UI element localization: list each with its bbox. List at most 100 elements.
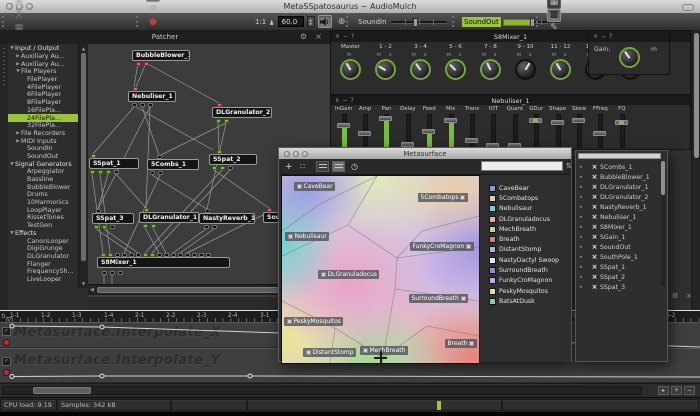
interpolation-crosshair[interactable] bbox=[374, 351, 387, 364]
patch-node[interactable]: Nebuliser_1 bbox=[128, 91, 176, 102]
module-tree-item[interactable]: Bassline bbox=[8, 176, 79, 184]
patch-port[interactable] bbox=[178, 253, 183, 257]
snapshot-item[interactable]: 5Combatops bbox=[480, 193, 571, 203]
module-tree-item[interactable]: RissetTones bbox=[8, 214, 79, 222]
patch-port[interactable] bbox=[94, 225, 99, 229]
module-tree-item[interactable]: FrequencySh... bbox=[8, 268, 79, 276]
module-tree-item[interactable]: FilePlayer bbox=[8, 76, 79, 84]
scroll-left-icon[interactable]: ◀ bbox=[90, 287, 94, 293]
patch-port[interactable] bbox=[118, 271, 123, 275]
slider-thumb[interactable] bbox=[444, 118, 457, 123]
surface-snapshot-label[interactable]: DLGranuladocus bbox=[318, 270, 379, 279]
patch-port[interactable] bbox=[216, 119, 221, 123]
remove-icon[interactable]: × bbox=[589, 243, 600, 251]
detail-view-button[interactable] bbox=[332, 161, 345, 172]
tree-scrollbar-thumb[interactable] bbox=[81, 53, 86, 261]
param-slider[interactable] bbox=[336, 114, 352, 148]
contraption-list-scrollbar-thumb[interactable] bbox=[661, 161, 665, 195]
patch-port[interactable] bbox=[143, 224, 148, 228]
patch-port[interactable] bbox=[158, 171, 163, 175]
channel-gain-knob[interactable] bbox=[480, 59, 501, 80]
timeline-hscrollbar-thumb[interactable] bbox=[33, 387, 91, 394]
mute-solo-buttons[interactable]: m bbox=[347, 52, 355, 59]
expand-icon[interactable]: ▸ bbox=[576, 284, 589, 290]
patch-node[interactable]: BubbleBlower_1 bbox=[132, 50, 190, 61]
patch-port[interactable] bbox=[143, 253, 148, 257]
patch-port[interactable] bbox=[102, 271, 107, 275]
patch-port[interactable] bbox=[192, 253, 197, 257]
contraption-list-item[interactable]: ▸ × SGain_1 bbox=[576, 232, 660, 242]
contraption-list-item[interactable]: ▸ × SSpat_3 bbox=[576, 282, 660, 292]
grid-view-icon[interactable]: ∷ bbox=[300, 162, 305, 171]
patch-port[interactable] bbox=[132, 103, 137, 107]
surface-snapshot-label[interactable]: FunkyCroMagnon bbox=[410, 242, 474, 251]
scroll-up-icon[interactable]: ▲ bbox=[79, 46, 88, 51]
module-tree-item[interactable]: CanonLooper bbox=[8, 237, 79, 245]
module-tree-item[interactable]: Flanger bbox=[8, 260, 79, 268]
patch-port[interactable] bbox=[150, 253, 155, 257]
module-tree-item[interactable]: 6FilePlayer bbox=[8, 91, 79, 99]
contraption-list-item[interactable]: ▸ × 5Combs_1 bbox=[576, 162, 660, 172]
expand-icon[interactable]: ▸ bbox=[576, 274, 589, 280]
channel-gain-knob[interactable] bbox=[410, 59, 431, 80]
surface-snapshot-label[interactable]: SurroundBreath bbox=[409, 294, 468, 303]
remove-icon[interactable]: × bbox=[589, 223, 600, 231]
contraption-list-item[interactable]: ▸ × DLGranulator_1 bbox=[576, 182, 660, 192]
patch-port[interactable] bbox=[204, 225, 209, 229]
toolbar-grip[interactable] bbox=[2, 16, 7, 27]
save-file-button[interactable]: ▣ bbox=[12, 0, 26, 9]
gain-knob[interactable] bbox=[619, 47, 640, 68]
surface-snapshot-label[interactable]: DistantStomp bbox=[303, 348, 356, 357]
close-icon[interactable]: × bbox=[593, 33, 601, 40]
remove-icon[interactable]: × bbox=[589, 163, 600, 171]
patch-port[interactable] bbox=[164, 253, 169, 257]
patch-port[interactable] bbox=[91, 154, 96, 158]
slider-thumb[interactable] bbox=[337, 123, 350, 128]
mute-solo-buttons[interactable]: m s bbox=[376, 52, 394, 59]
slider-thumb[interactable] bbox=[465, 138, 478, 143]
expand-icon[interactable]: ▸ bbox=[576, 184, 589, 190]
gain-mute-button[interactable]: m bbox=[651, 46, 657, 53]
module-tree-item[interactable]: LiveLooper bbox=[8, 276, 79, 284]
patch-node[interactable]: SSpat_3 bbox=[92, 213, 134, 224]
patch-node[interactable]: NastyReverb_1 bbox=[199, 213, 255, 224]
mute-solo-buttons[interactable]: m s bbox=[411, 52, 429, 59]
patch-port[interactable] bbox=[96, 209, 101, 213]
patch-port[interactable] bbox=[171, 253, 176, 257]
param-slider[interactable] bbox=[378, 114, 394, 148]
param-slider[interactable] bbox=[571, 114, 587, 148]
contraption-list-item[interactable]: ▸ × SSpat_1 bbox=[576, 262, 660, 272]
help-icon[interactable]: ? bbox=[609, 33, 615, 40]
patch-port[interactable] bbox=[98, 170, 103, 174]
stop-button[interactable]: ■ bbox=[146, 2, 160, 15]
contraption-list-item[interactable]: ▸ × Nebuliser_1 bbox=[576, 212, 660, 222]
patch-port[interactable] bbox=[102, 225, 107, 229]
slider-thumb[interactable] bbox=[358, 131, 371, 136]
patch-port[interactable] bbox=[108, 253, 113, 257]
param-slider[interactable] bbox=[528, 114, 544, 148]
module-tree-item[interactable]: Drums bbox=[8, 191, 79, 199]
patch-port[interactable] bbox=[224, 119, 229, 123]
expand-icon[interactable]: ▸ bbox=[576, 224, 589, 230]
module-tree-item[interactable]: SoundIn bbox=[8, 145, 79, 153]
patch-port[interactable] bbox=[136, 62, 141, 66]
patch-port[interactable] bbox=[90, 170, 95, 174]
snapshot-item[interactable]: MechBreath bbox=[480, 224, 571, 234]
module-tree-item[interactable]: 24FilePla... bbox=[8, 114, 79, 122]
remove-icon[interactable]: × bbox=[589, 263, 600, 271]
remove-icon[interactable]: × bbox=[589, 173, 600, 181]
module-tree-item[interactable]: ▶ Auxiliary Au... bbox=[8, 60, 79, 68]
patch-port[interactable] bbox=[140, 103, 145, 107]
panel-gear-icon[interactable]: ⚙ bbox=[298, 32, 309, 41]
patch-port[interactable] bbox=[217, 150, 222, 154]
patch-node[interactable]: 5Combs_1 bbox=[147, 159, 199, 170]
patch-node[interactable]: SSpat_1 bbox=[89, 158, 139, 169]
surface-snapshot-label[interactable]: PeskyMosquitos bbox=[284, 317, 343, 326]
module-tree-item[interactable]: SoundOut bbox=[8, 153, 79, 161]
channel-gain-knob[interactable] bbox=[340, 59, 361, 80]
patch-port[interactable] bbox=[101, 253, 106, 257]
patch-port[interactable] bbox=[148, 103, 153, 107]
param-slider[interactable] bbox=[421, 114, 437, 148]
zoom-in-button[interactable]: + bbox=[671, 386, 682, 395]
contraption-list-filter[interactable] bbox=[578, 153, 661, 159]
